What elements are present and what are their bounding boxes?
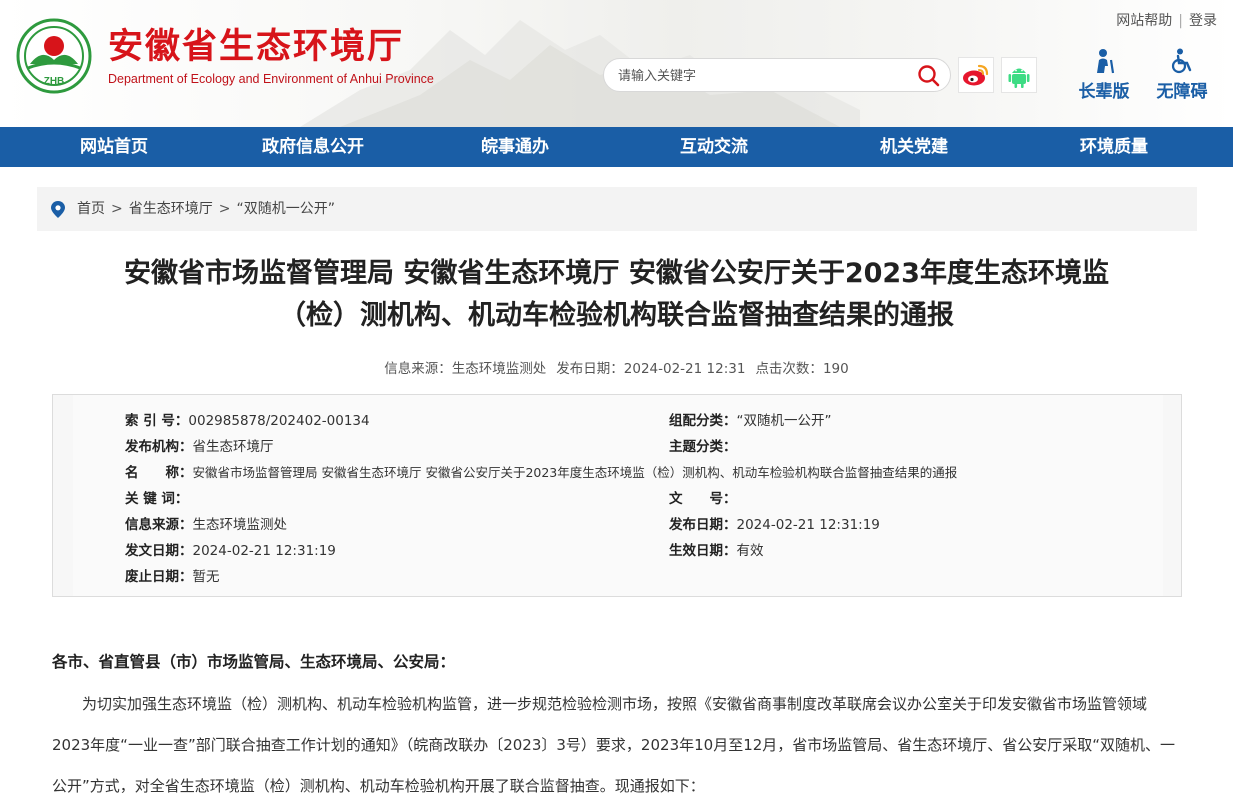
info-topic: 主题分类： (669, 435, 737, 455)
info-docno: 文 号： (669, 487, 737, 507)
elder-mode-label: 长辈版 (1078, 82, 1130, 102)
info-index: 索 引 号：002985878/202402-00134 (125, 409, 370, 429)
link-divider: | (1178, 13, 1183, 29)
nav-env-quality[interactable]: 环境质量 (1080, 127, 1148, 167)
breadcrumb-separator: > (111, 201, 123, 217)
search-icon[interactable] (916, 63, 942, 89)
info-abolish: 废止日期：暂无 (125, 565, 220, 585)
info-value: 002985878/202402-00134 (188, 413, 370, 429)
breadcrumb-current[interactable]: “双随机一公开” (236, 201, 335, 217)
info-label: 废止日期： (125, 569, 193, 585)
info-keywords: 关 键 词： (125, 487, 188, 507)
info-name: 名 称：安徽省市场监督管理局 安徽省生态环境厅 安徽省公安厅关于2023年度生态… (125, 461, 957, 481)
info-table: 索 引 号：002985878/202402-00134 组配分类：“双随机一公… (52, 394, 1182, 597)
meta-date-label: 发布日期： (556, 361, 624, 377)
location-pin-icon (51, 201, 65, 218)
nav-interaction[interactable]: 互动交流 (680, 127, 748, 167)
info-value: “双随机一公开” (736, 413, 832, 429)
info-issuedate: 发文日期：2024-02-21 12:31:19 (125, 539, 336, 559)
info-value: 有效 (736, 543, 764, 559)
title-line-2: （检）测机构、机动车检验机构联合监督抽查结果的通报 (279, 300, 954, 331)
info-label: 索 引 号： (125, 413, 189, 429)
nav-home[interactable]: 网站首页 (80, 127, 148, 167)
info-publisher: 发布机构：省生态环境厅 (125, 435, 274, 455)
android-icon (1008, 68, 1030, 88)
meta-source: 生态环境监测处 (451, 361, 547, 377)
site-header: ZHB 安徽省生态环境厅 Department of Ecology and E… (0, 0, 1233, 127)
info-table-inner: 索 引 号：002985878/202402-00134 组配分类：“双随机一公… (73, 395, 1163, 596)
info-label: 发布机构： (125, 439, 193, 455)
breadcrumb-trail: 首页 > 省生态环境厅 > “双随机一公开” (77, 187, 335, 231)
info-value: 省生态环境厅 (192, 439, 274, 455)
elder-mode-button[interactable]: 长辈版 (1074, 48, 1134, 102)
weibo-icon (963, 64, 989, 86)
info-value: 2024-02-21 12:31:19 (736, 517, 880, 533)
info-value: 生态环境监测处 (192, 517, 288, 533)
site-title[interactable]: 安徽省生态环境厅 (108, 18, 404, 69)
info-pubdate: 发布日期：2024-02-21 12:31:19 (669, 513, 880, 533)
article-salutation: 各市、省直管县（市）市场监管局、生态环境局、公安局： (52, 653, 456, 671)
search-input[interactable] (618, 65, 908, 87)
info-category: 组配分类：“双随机一公开” (669, 409, 832, 429)
accessibility-button[interactable]: 无障碍 (1152, 48, 1212, 102)
nav-services[interactable]: 皖事通办 (481, 127, 549, 167)
accessibility-label: 无障碍 (1156, 82, 1208, 102)
info-label: 名 称： (125, 465, 193, 481)
article-meta: 信息来源：生态环境监测处 发布日期：2024-02-21 12:31 点击次数：19… (0, 357, 1233, 377)
meta-views-label: 点击次数： (755, 361, 823, 377)
weibo-button[interactable] (958, 57, 994, 93)
search-box (603, 58, 951, 92)
breadcrumb-home[interactable]: 首页 (77, 201, 105, 217)
nav-party[interactable]: 机关党建 (880, 127, 948, 167)
android-app-button[interactable] (1001, 57, 1037, 93)
info-value: 2024-02-21 12:31:19 (192, 543, 336, 559)
site-subtitle: Department of Ecology and Environment of… (108, 72, 434, 86)
main-nav: 网站首页 政府信息公开 皖事通办 互动交流 机关党建 环境质量 (0, 127, 1233, 167)
elder-icon (1097, 49, 1115, 74)
article-paragraph: 为切实加强生态环境监（检）测机构、机动车检验机构监管，进一步规范检验检测市场，按… (52, 695, 1176, 795)
breadcrumb-department[interactable]: 省生态环境厅 (129, 201, 213, 217)
logo-text: ZHB (44, 76, 65, 87)
meta-source-label: 信息来源： (384, 361, 452, 377)
info-effective: 生效日期：有效 (669, 539, 764, 559)
login-link[interactable]: 登录 (1189, 13, 1217, 29)
info-value: 安徽省市场监督管理局 安徽省生态环境厅 安徽省公安厅关于2023年度生态环境监（… (192, 465, 958, 480)
info-label: 组配分类： (669, 413, 737, 429)
article-title: 安徽省市场监督管理局 安徽省生态环境厅 安徽省公安厅关于2023年度生态环境监 … (40, 253, 1193, 337)
info-label: 主题分类： (669, 439, 737, 455)
breadcrumb-separator: > (218, 201, 231, 217)
wheelchair-icon (1171, 48, 1192, 74)
info-label: 发布日期： (669, 517, 737, 533)
nav-gov-info[interactable]: 政府信息公开 (262, 127, 364, 167)
meta-views: 190 (822, 361, 849, 377)
breadcrumb: 首页 > 省生态环境厅 > “双随机一公开” (37, 187, 1197, 231)
info-source: 信息来源：生态环境监测处 (125, 513, 287, 533)
info-label: 文 号： (669, 491, 737, 507)
help-link[interactable]: 网站帮助 (1116, 13, 1172, 29)
info-label: 生效日期： (669, 543, 737, 559)
info-value: 暂无 (192, 569, 220, 585)
info-label: 关 键 词： (125, 491, 189, 507)
meta-date: 2024-02-21 12:31 (623, 361, 746, 377)
info-label: 发文日期： (125, 543, 193, 559)
info-label: 信息来源： (125, 517, 193, 533)
title-line-1: 安徽省市场监督管理局 安徽省生态环境厅 安徽省公安厅关于2023年度生态环境监 (124, 258, 1109, 289)
top-links: 网站帮助 | 登录 (1116, 10, 1217, 30)
department-logo[interactable]: ZHB (16, 18, 92, 94)
